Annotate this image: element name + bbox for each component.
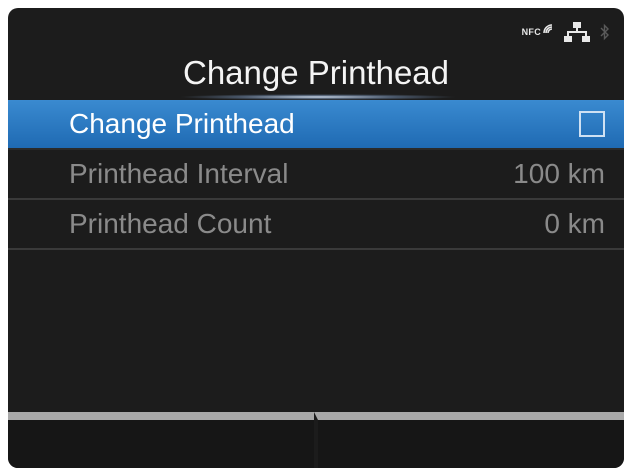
- softkey-bar: [8, 412, 624, 468]
- page-title: Change Printhead: [182, 54, 450, 91]
- right-softkey[interactable]: [314, 412, 624, 468]
- settings-menu: Change Printhead Printhead Interval 100 …: [8, 100, 624, 250]
- network-icon: [564, 22, 590, 42]
- menu-item-value: 100 km: [513, 158, 605, 189]
- change-printhead-checkbox[interactable]: [579, 111, 605, 137]
- left-softkey[interactable]: [8, 412, 314, 468]
- printer-display: NFC Change Printhead Change Printhead Pr…: [8, 8, 624, 468]
- menu-item-value: 0 km: [544, 208, 605, 239]
- bluetooth-icon: [600, 23, 609, 41]
- menu-item-printhead-interval[interactable]: Printhead Interval 100 km: [8, 150, 624, 200]
- menu-item-label: Change Printhead: [69, 108, 295, 139]
- menu-item-label: Printhead Count: [69, 208, 272, 239]
- menu-item-label: Printhead Interval: [69, 158, 289, 189]
- status-bar: NFC: [522, 20, 610, 44]
- menu-item-printhead-count[interactable]: Printhead Count 0 km: [8, 200, 624, 250]
- nfc-label: NFC: [521, 27, 541, 37]
- menu-item-change-printhead[interactable]: Change Printhead: [8, 100, 624, 150]
- wireless-waves-icon: [543, 24, 553, 34]
- nfc-icon: NFC: [521, 24, 554, 37]
